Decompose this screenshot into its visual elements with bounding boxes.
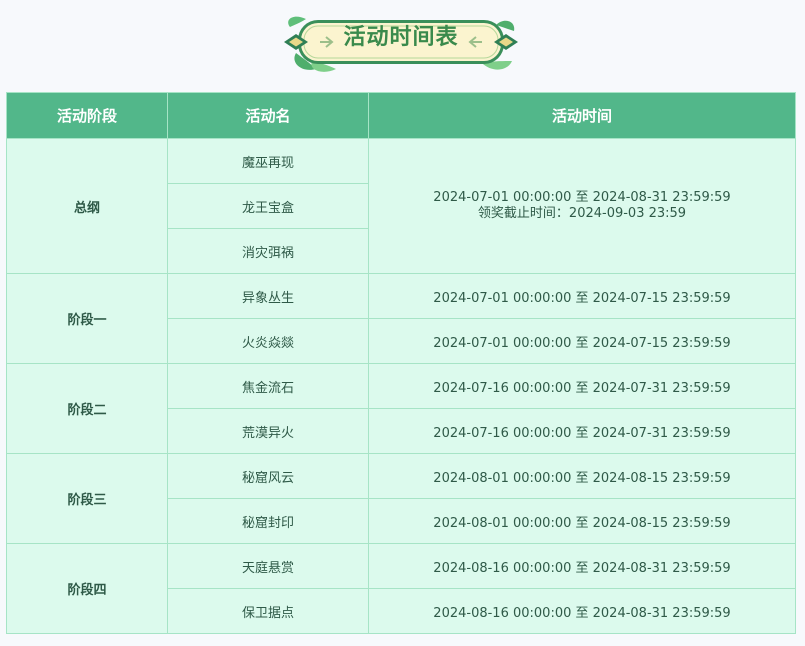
table-header-row: 活动阶段 活动名 活动时间 bbox=[6, 92, 796, 139]
activity-name-cell: 天庭悬赏 bbox=[167, 543, 369, 589]
activity-name-cell: 保卫据点 bbox=[167, 588, 369, 634]
activity-time-cell: 2024-07-01 00:00:00 至 2024-07-15 23:59:5… bbox=[368, 273, 796, 319]
phase-cell: 阶段二 bbox=[6, 363, 168, 454]
activity-name-cell: 魔巫再现 bbox=[167, 138, 369, 184]
phase-cell: 总纲 bbox=[6, 138, 168, 274]
phase-cell: 阶段四 bbox=[6, 543, 168, 634]
activity-time-cell: 2024-07-16 00:00:00 至 2024-07-31 23:59:5… bbox=[368, 363, 796, 409]
activity-name-cell: 火炎焱燚 bbox=[167, 318, 369, 364]
page-title: 活动时间表 bbox=[343, 25, 459, 50]
activity-name-cell: 异象丛生 bbox=[167, 273, 369, 319]
activity-time-cell: 2024-08-16 00:00:00 至 2024-08-31 23:59:5… bbox=[368, 588, 796, 634]
activity-time-cell: 2024-08-16 00:00:00 至 2024-08-31 23:59:5… bbox=[368, 543, 796, 589]
schedule-table: 活动阶段 活动名 活动时间 总纲 魔巫再现 2024-07-01 00:00:0… bbox=[6, 92, 796, 634]
phase-cell: 阶段一 bbox=[6, 273, 168, 364]
activity-name-cell: 焦金流石 bbox=[167, 363, 369, 409]
header-phase: 活动阶段 bbox=[6, 92, 168, 139]
activity-time-cell: 2024-08-01 00:00:00 至 2024-08-15 23:59:5… bbox=[368, 453, 796, 499]
table-row: 阶段二 焦金流石 2024-07-16 00:00:00 至 2024-07-3… bbox=[6, 363, 796, 454]
activity-name-cell: 秘窟封印 bbox=[167, 498, 369, 544]
activity-name-cell: 秘窟风云 bbox=[167, 453, 369, 499]
phase-cell: 阶段三 bbox=[6, 453, 168, 544]
table-row: 阶段四 天庭悬赏 2024-08-16 00:00:00 至 2024-08-3… bbox=[6, 543, 796, 634]
table-row: 阶段一 异象丛生 2024-07-01 00:00:00 至 2024-07-1… bbox=[6, 273, 796, 364]
header-activity-name: 活动名 bbox=[167, 92, 369, 139]
activity-name-cell: 荒漠异火 bbox=[167, 408, 369, 454]
header-activity-time: 活动时间 bbox=[368, 92, 796, 139]
activity-time-cell: 2024-07-16 00:00:00 至 2024-07-31 23:59:5… bbox=[368, 408, 796, 454]
activity-time-range: 2024-07-01 00:00:00 至 2024-08-31 23:59:5… bbox=[433, 190, 731, 205]
activity-time-cell: 2024-07-01 00:00:00 至 2024-08-31 23:59:5… bbox=[368, 138, 796, 274]
reward-deadline: 领奖截止时间：2024-09-03 23:59 bbox=[477, 206, 687, 221]
title-banner: 活动时间表 bbox=[282, 13, 520, 75]
activity-name-cell: 龙王宝盒 bbox=[167, 183, 369, 229]
activity-name-cell: 消灾弭祸 bbox=[167, 228, 369, 274]
activity-time-cell: 2024-08-01 00:00:00 至 2024-08-15 23:59:5… bbox=[368, 498, 796, 544]
table-row: 阶段三 秘窟风云 2024-08-01 00:00:00 至 2024-08-1… bbox=[6, 453, 796, 544]
activity-time-cell: 2024-07-01 00:00:00 至 2024-07-15 23:59:5… bbox=[368, 318, 796, 364]
table-row: 总纲 魔巫再现 2024-07-01 00:00:00 至 2024-08-31… bbox=[6, 138, 796, 274]
